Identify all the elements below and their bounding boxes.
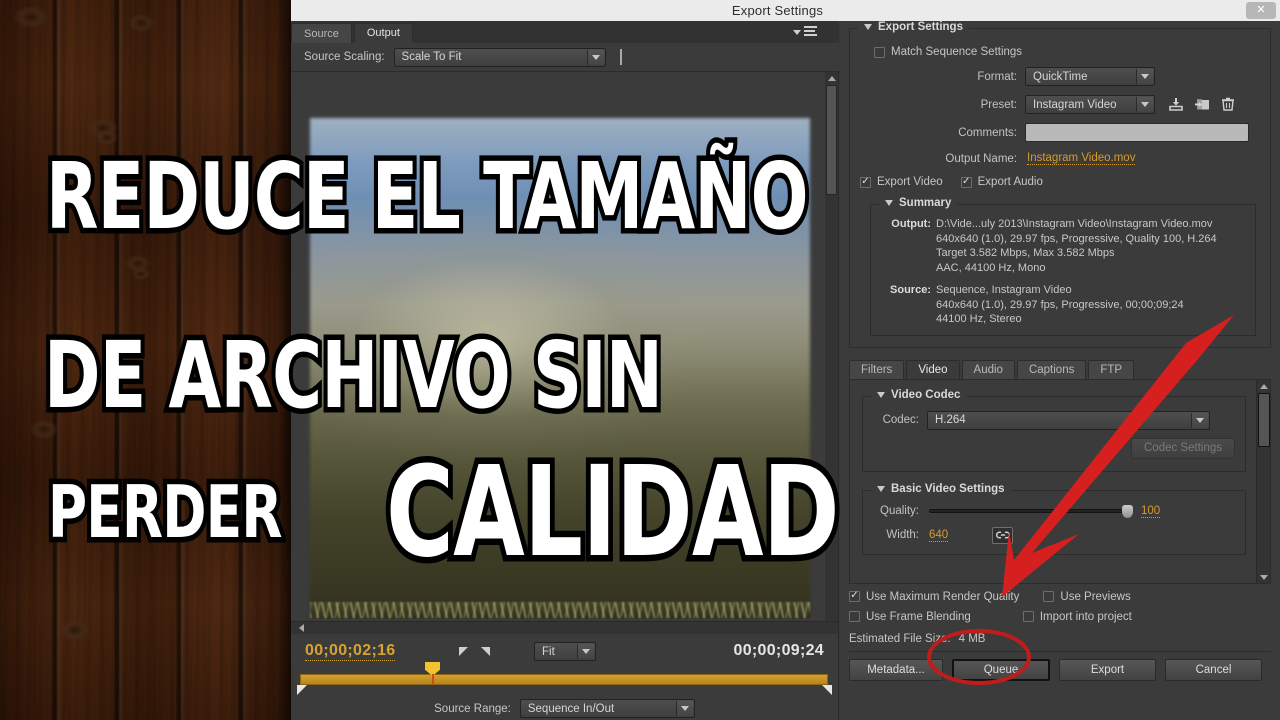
headline-line-1: REDUCE EL TAMAÑO — [42, 138, 813, 256]
headline-overlay: REDUCE EL TAMAÑO DE ARCHIVO SIN PERDER C… — [0, 0, 1280, 720]
headline-line-4: CALIDAD — [381, 434, 844, 592]
headline-line-3: PERDER — [44, 465, 287, 560]
headline-line-2: DE ARCHIVO SIN — [40, 317, 667, 435]
screenshot-root: Export Settings ✕ Source Output Source S… — [0, 0, 1280, 720]
